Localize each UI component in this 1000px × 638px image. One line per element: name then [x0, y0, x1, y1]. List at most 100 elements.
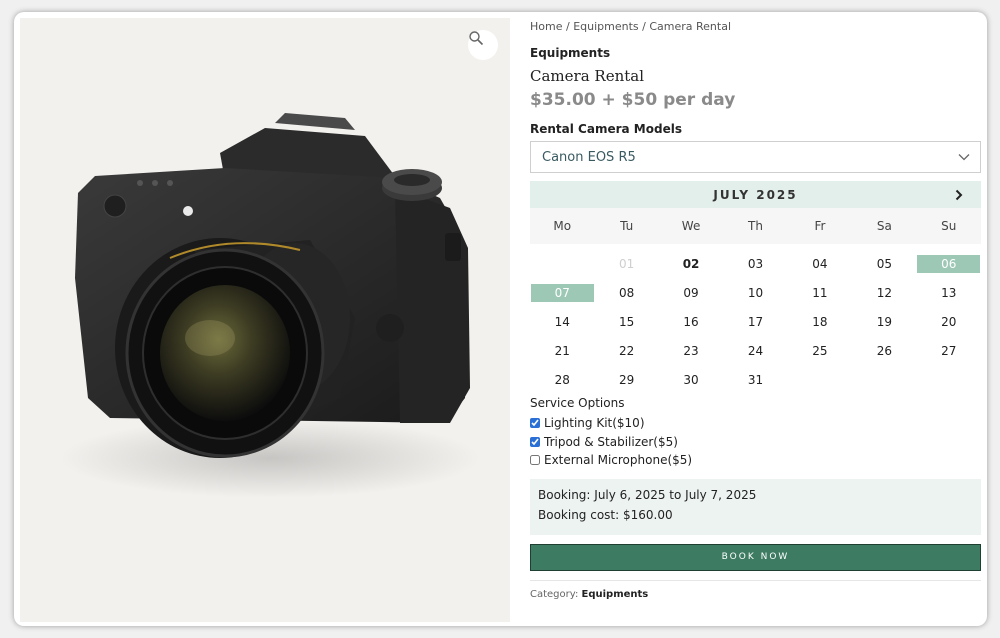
calendar-day-number: 11: [812, 285, 828, 300]
calendar-day-11[interactable]: 11: [788, 278, 852, 307]
weekday-mo: Mo: [553, 219, 572, 233]
calendar-day-number: 20: [941, 314, 957, 329]
calendar-day-number: 16: [683, 314, 699, 329]
weekday-th: Th: [748, 219, 763, 233]
calendar-day-15[interactable]: 15: [594, 307, 658, 336]
calendar-day-number: 02: [682, 256, 700, 271]
calendar-day-number: 03: [747, 256, 764, 271]
calendar-day-22[interactable]: 22: [594, 336, 658, 365]
book-now-button[interactable]: BOOK NOW: [530, 543, 981, 571]
weekday-row: Mo Tu We Th Fr Sa Su: [530, 208, 981, 244]
calendar-day-number: 29: [618, 372, 635, 387]
calendar-day-number: 17: [747, 314, 764, 329]
calendar-day-number: 05: [876, 256, 892, 271]
breadcrumb-current: Camera Rental: [649, 20, 732, 33]
calendar-day-number: 18: [812, 314, 828, 329]
breadcrumb-separator: /: [562, 20, 574, 33]
weekday-sa: Sa: [876, 219, 892, 233]
calendar-day-20[interactable]: 20: [917, 307, 981, 336]
calendar-day-number: 24: [747, 343, 764, 358]
zoom-button[interactable]: [468, 30, 498, 60]
calendar-day-19[interactable]: 19: [852, 307, 916, 336]
breadcrumb: Home / Equipments / Camera Rental: [530, 20, 981, 36]
service-options-label: Service Options: [530, 396, 625, 410]
calendar-day-number: 08: [618, 285, 635, 300]
calendar-day-29[interactable]: 29: [594, 365, 658, 394]
service-checkbox[interactable]: [530, 455, 540, 466]
calendar-day-10[interactable]: 10: [723, 278, 787, 307]
weekday-we: We: [681, 219, 701, 233]
calendar-day-number: 09: [683, 285, 699, 300]
calendar-day-31[interactable]: 31: [723, 365, 787, 394]
calendar-day-number: 28: [554, 372, 570, 387]
calendar-day-number: 19: [876, 314, 892, 329]
calendar-day-number: 25: [812, 343, 828, 358]
magnifier-icon: [469, 31, 484, 46]
calendar-day-07[interactable]: 07: [530, 278, 594, 307]
chevron-down-icon: [958, 154, 970, 161]
camera-model-value: Canon EOS R5: [542, 149, 636, 165]
calendar-day-number: 22: [618, 343, 635, 358]
divider: [530, 579, 981, 581]
product-summary: Home / Equipments / Camera Rental Equipm…: [530, 20, 981, 600]
calendar-day-12[interactable]: 12: [852, 278, 916, 307]
calendar-day-number: 06: [917, 254, 981, 273]
calendar-day-number: 31: [747, 372, 764, 387]
calendar-day-02[interactable]: 02: [659, 249, 723, 278]
calendar-day-23[interactable]: 23: [659, 336, 723, 365]
calendar-day-24[interactable]: 24: [723, 336, 787, 365]
calendar-blank-cell: [530, 249, 594, 278]
product-price: $35.00 + $50 per day: [530, 90, 981, 114]
calendar-day-25[interactable]: 25: [788, 336, 852, 365]
calendar-day-number: 12: [876, 285, 892, 300]
calendar-day-16[interactable]: 16: [659, 307, 723, 336]
calendar-day-28[interactable]: 28: [530, 365, 594, 394]
calendar-day-04[interactable]: 04: [788, 249, 852, 278]
breadcrumb-home[interactable]: Home: [530, 20, 562, 33]
booking-calendar: JULY 2025 Mo Tu We Th Fr Sa Su 01 02 03 04 05 06 07 0…: [530, 181, 981, 394]
calendar-day-30[interactable]: 30: [659, 365, 723, 394]
calendar-day-17[interactable]: 17: [723, 307, 787, 336]
service-options-list: Lighting Kit($10) Tripod & Stabilizer($5)…: [530, 414, 981, 470]
breadcrumb-equipments[interactable]: Equipments: [573, 20, 638, 33]
weekday-tu: Tu: [620, 219, 634, 233]
service-option-label: External Microphone($5): [544, 453, 693, 468]
calendar-day-number: 27: [941, 343, 957, 358]
calendar-day-number: 04: [812, 256, 828, 271]
camera-model-select[interactable]: Canon EOS R5: [530, 141, 981, 173]
calendar-month-label: JULY 2025: [713, 187, 798, 202]
calendar-day-18[interactable]: 18: [788, 307, 852, 336]
next-month-button[interactable]: [955, 181, 963, 208]
product-category-heading: Equipments: [530, 46, 611, 60]
calendar-day-21[interactable]: 21: [530, 336, 594, 365]
service-option-label: Tripod & Stabilizer($5): [544, 434, 678, 449]
service-checkbox[interactable]: [530, 418, 540, 429]
calendar-day-05[interactable]: 05: [852, 249, 916, 278]
calendar-days: 01 02 03 04 05 06 07 08 09 10 11 12 13 14 15 16 17 18 19 20…: [530, 244, 981, 394]
service-option-1[interactable]: Tripod & Stabilizer($5): [530, 433, 981, 452]
page-frame: Home / Equipments / Camera Rental Equipm…: [14, 12, 987, 626]
calendar-day-number: 15: [618, 314, 635, 329]
chevron-right-icon: [955, 189, 963, 200]
calendar-header: JULY 2025: [530, 181, 981, 208]
service-option-0[interactable]: Lighting Kit($10): [530, 414, 981, 433]
product-gallery[interactable]: [20, 18, 510, 622]
calendar-day-26[interactable]: 26: [852, 336, 916, 365]
service-checkbox[interactable]: [530, 436, 540, 447]
weekday-fr: Fr: [814, 219, 826, 233]
calendar-day-08[interactable]: 08: [594, 278, 658, 307]
calendar-day-06[interactable]: 06: [917, 249, 981, 278]
booking-summary: Booking: July 6, 2025 to July 7, 2025 Bo…: [530, 478, 981, 535]
calendar-day-13[interactable]: 13: [917, 278, 981, 307]
price-value: $35.00 + $50 per day: [530, 90, 736, 110]
calendar-day-number: 01: [618, 256, 635, 271]
calendar-day-14[interactable]: 14: [530, 307, 594, 336]
calendar-day-27[interactable]: 27: [917, 336, 981, 365]
calendar-day-number: 10: [747, 285, 764, 300]
models-label: Rental Camera Models: [530, 122, 682, 136]
service-option-2[interactable]: External Microphone($5): [530, 451, 981, 470]
calendar-day-09[interactable]: 09: [659, 278, 723, 307]
calendar-day-number: 30: [683, 372, 699, 387]
category-meta-link[interactable]: Equipments: [582, 589, 649, 600]
calendar-day-03[interactable]: 03: [723, 249, 787, 278]
